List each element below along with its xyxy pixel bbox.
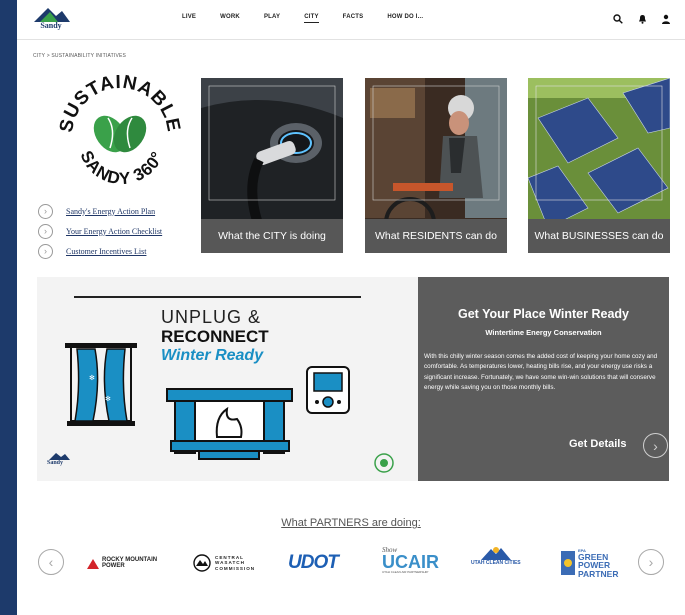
get-details-button[interactable]: Get Details bbox=[569, 438, 626, 450]
udot-text: UDOT bbox=[288, 552, 339, 573]
partner-green-power[interactable]: EPA GREEN POWER PARTNER bbox=[561, 546, 626, 580]
logo-arc-bottom: SANDY 360° bbox=[76, 148, 166, 189]
chevron-right-icon[interactable]: › bbox=[643, 433, 668, 458]
link-customer-incentives[interactable]: › Customer Incentives List bbox=[38, 241, 162, 261]
site-header: Sandy LIVE WORK PLAY CITY FACTS HOW DO I… bbox=[17, 0, 685, 40]
partner-ucair[interactable]: Show UCAIR UTAH CLEAN AIR PARTNERSHIP bbox=[382, 546, 439, 580]
svg-text:SANDY 360°: SANDY 360° bbox=[76, 148, 167, 189]
link-label: Customer Incentives List bbox=[66, 246, 147, 256]
chevron-right-icon: › bbox=[38, 203, 53, 219]
ucc-mountain-icon bbox=[480, 547, 511, 560]
wasatch-text: CENTRAL WASATCH COMMISSION bbox=[215, 554, 256, 571]
svg-text:✻: ✻ bbox=[89, 374, 95, 382]
ucc-text: UTAH CLEAN CITIES bbox=[471, 560, 521, 566]
ucair-text: UCAIR bbox=[382, 552, 439, 572]
link-label: Your Energy Action Checklist bbox=[66, 226, 163, 236]
banner-subtitle: Wintertime Energy Conservation bbox=[485, 328, 602, 337]
rmp-text: ROCKY MOUNTAIN POWER bbox=[102, 557, 158, 569]
breadcrumb: CITY > SUSTAINABILITY INITIATIVES bbox=[33, 53, 127, 59]
nav-city[interactable]: CITY bbox=[304, 14, 319, 23]
nav-live[interactable]: LIVE bbox=[182, 14, 196, 23]
svg-text:✻: ✻ bbox=[105, 395, 111, 403]
banner-title: Get Your Place Winter Ready bbox=[457, 307, 629, 321]
tile-caption: What BUSINESSES can do bbox=[528, 219, 670, 253]
tile-city[interactable]: What the CITY is doing bbox=[201, 78, 343, 253]
tile-caption: What RESIDENTS can do bbox=[365, 219, 507, 253]
nav-work[interactable]: WORK bbox=[220, 14, 240, 23]
search-icon[interactable] bbox=[611, 12, 625, 26]
link-label: Sandy's Energy Action Plan bbox=[66, 206, 156, 216]
banner-sandy-logo: Sandy bbox=[47, 460, 64, 466]
banner-body: With this chilly winter season comes the… bbox=[424, 353, 658, 391]
partner-utah-clean-cities[interactable]: UTAH CLEAN CITIES bbox=[471, 546, 521, 580]
nav-facts[interactable]: FACTS bbox=[343, 14, 364, 23]
rmp-mark-icon bbox=[87, 559, 99, 569]
ucair-sub: UTAH CLEAN AIR PARTNERSHIP bbox=[382, 570, 429, 574]
chevron-right-icon: › bbox=[38, 243, 53, 259]
partner-udot[interactable]: UDOT bbox=[288, 546, 339, 580]
partner-central-wasatch[interactable]: CENTRAL WASATCH COMMISSION bbox=[193, 546, 255, 580]
banner-illustration: ✻ ✻ bbox=[49, 343, 394, 473]
green-power-text: GREEN POWER PARTNER bbox=[578, 551, 619, 579]
nav-play[interactable]: PLAY bbox=[264, 14, 280, 23]
window-icon: ✻ ✻ bbox=[65, 343, 137, 426]
link-energy-action-checklist[interactable]: › Your Energy Action Checklist bbox=[38, 221, 162, 241]
partners-heading: What PARTNERS are doing: bbox=[17, 517, 685, 529]
prev-arrow-button[interactable]: ‹ bbox=[38, 549, 64, 575]
partner-rocky-mountain-power[interactable]: ROCKY MOUNTAIN POWER bbox=[87, 546, 172, 580]
next-arrow-button[interactable]: › bbox=[638, 549, 664, 575]
main-nav: LIVE WORK PLAY CITY FACTS HOW DO I... bbox=[182, 14, 447, 23]
tile-caption: What the CITY is doing bbox=[201, 219, 343, 253]
thermostat-icon bbox=[306, 366, 350, 414]
chevron-right-icon: › bbox=[38, 223, 53, 239]
bell-icon[interactable] bbox=[635, 12, 649, 26]
epa-flower-icon bbox=[561, 551, 575, 575]
tile-businesses[interactable]: What BUSINESSES can do bbox=[528, 78, 670, 253]
partners-title: What PARTNERS are doing: bbox=[281, 517, 421, 529]
tile-residents[interactable]: What RESIDENTS can do bbox=[365, 78, 507, 253]
banner-info-panel: Get Your Place Winter Ready Wintertime E… bbox=[418, 277, 669, 481]
wasatch-mark-icon bbox=[193, 554, 211, 572]
side-links: › Sandy's Energy Action Plan › Your Ener… bbox=[38, 201, 162, 261]
nav-how-do-i[interactable]: HOW DO I... bbox=[387, 14, 423, 23]
user-icon[interactable] bbox=[659, 12, 673, 26]
leaf-icon bbox=[93, 115, 147, 153]
logo-text: Sandy bbox=[40, 21, 62, 30]
page: Sandy LIVE WORK PLAY CITY FACTS HOW DO I… bbox=[17, 0, 685, 615]
sustainable-sandy-logo: SUSTAINABLE SANDY 360° bbox=[50, 70, 190, 195]
header-icons bbox=[611, 12, 673, 26]
winter-ready-banner: UNPLUG & RECONNECT Winter Ready ✻ ✻ Sand… bbox=[37, 277, 669, 481]
fireplace-icon bbox=[166, 388, 293, 460]
link-energy-action-plan[interactable]: › Sandy's Energy Action Plan bbox=[38, 201, 162, 221]
